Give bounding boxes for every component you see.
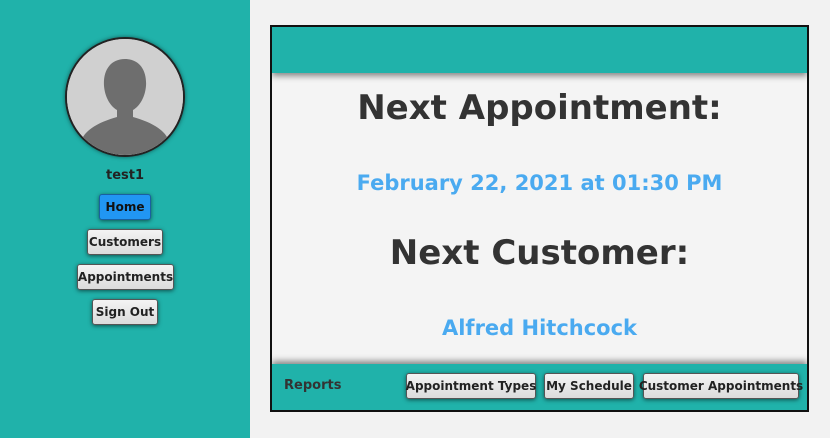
- customer-appointments-button[interactable]: Customer Appointments: [639, 373, 803, 399]
- my-schedule-button[interactable]: My Schedule: [544, 373, 634, 399]
- sidebar: test1 Home Customers Appointments Sign O…: [0, 0, 250, 438]
- dashboard-panel: Next Appointment: February 22, 2021 at 0…: [270, 25, 809, 412]
- user-avatar-icon: [65, 37, 185, 157]
- home-button[interactable]: Home: [99, 194, 151, 220]
- sign-out-button[interactable]: Sign Out: [92, 299, 158, 325]
- appointment-types-button[interactable]: Appointment Types: [406, 373, 536, 399]
- next-customer-value: Alfred Hitchcock: [441, 316, 638, 340]
- next-customer-heading: Next Customer:: [389, 233, 690, 273]
- next-appointment-value: February 22, 2021 at 01:30 PM: [356, 171, 723, 195]
- customers-button[interactable]: Customers: [87, 229, 163, 255]
- reports-bar: Reports Appointment Types My Schedule Cu…: [272, 364, 807, 410]
- username-label: test1: [105, 168, 145, 183]
- next-appointment-heading: Next Appointment:: [357, 88, 722, 128]
- reports-label: Reports: [284, 378, 342, 393]
- panel-header: [272, 27, 807, 73]
- appointments-button[interactable]: Appointments: [77, 264, 174, 290]
